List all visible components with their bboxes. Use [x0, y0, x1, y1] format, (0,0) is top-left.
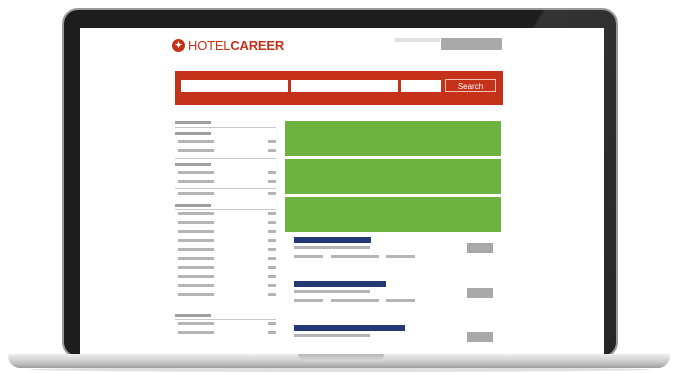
- filter-count: [268, 248, 276, 251]
- filter-option[interactable]: [178, 171, 214, 174]
- filter-option[interactable]: [178, 212, 214, 215]
- job-company: [294, 334, 370, 337]
- header-button-placeholder[interactable]: [441, 38, 502, 50]
- filter-count: [268, 239, 276, 242]
- hotelcareer-logo[interactable]: ✦ HOTELCAREER: [172, 38, 284, 53]
- filter-count: [268, 230, 276, 233]
- promo-banner[interactable]: [285, 121, 501, 156]
- filter-count: [268, 180, 276, 183]
- job-meta: [331, 299, 379, 302]
- filter-option[interactable]: [178, 275, 214, 278]
- filter-option[interactable]: [178, 322, 214, 325]
- promo-banner[interactable]: [285, 159, 501, 194]
- filter-option[interactable]: [178, 257, 214, 260]
- filter-count: [268, 192, 276, 195]
- header-link-placeholder[interactable]: [395, 38, 440, 42]
- job-title-link[interactable]: [294, 325, 405, 331]
- promo-banner[interactable]: [285, 197, 501, 232]
- filter-count: [268, 322, 276, 325]
- filter-option[interactable]: [178, 331, 214, 334]
- filter-count: [268, 149, 276, 152]
- filter-count: [268, 257, 276, 260]
- job-meta: [294, 299, 323, 302]
- filter-count: [268, 212, 276, 215]
- logo-wordmark: HOTELCAREER: [188, 38, 285, 53]
- search-button[interactable]: Search: [445, 79, 496, 92]
- filter-heading: [175, 121, 211, 124]
- divider: [175, 188, 276, 189]
- filter-heading: [175, 163, 211, 166]
- hotelcareer-logo-icon: ✦: [172, 39, 185, 52]
- job-company: [294, 246, 370, 249]
- filter-heading: [175, 132, 211, 135]
- job-title-link[interactable]: [294, 237, 371, 243]
- filter-option[interactable]: [178, 140, 214, 143]
- job-action-button[interactable]: [467, 288, 493, 298]
- laptop-screen: ✦ HOTELCAREER Search: [80, 28, 604, 354]
- job-meta: [386, 255, 415, 258]
- filter-option[interactable]: [178, 180, 214, 183]
- filter-heading: [175, 204, 211, 207]
- filter-count: [268, 171, 276, 174]
- divider: [175, 319, 276, 320]
- filter-option[interactable]: [178, 149, 214, 152]
- filter-count: [268, 266, 276, 269]
- job-action-button[interactable]: [467, 243, 493, 253]
- filter-count: [268, 275, 276, 278]
- job-action-button[interactable]: [467, 332, 493, 342]
- search-location-input[interactable]: [291, 80, 398, 92]
- filter-option[interactable]: [178, 230, 214, 233]
- search-radius-input[interactable]: [401, 80, 441, 92]
- filter-count: [268, 293, 276, 296]
- divider: [175, 127, 276, 128]
- filter-option[interactable]: [178, 293, 214, 296]
- job-company: [294, 290, 370, 293]
- filter-count: [268, 221, 276, 224]
- filter-option[interactable]: [178, 248, 214, 251]
- job-meta: [331, 255, 379, 258]
- job-meta: [386, 299, 415, 302]
- divider: [175, 209, 276, 210]
- filter-heading: [175, 314, 211, 317]
- filter-option[interactable]: [178, 266, 214, 269]
- filter-option[interactable]: [178, 284, 214, 287]
- filter-option[interactable]: [178, 192, 214, 195]
- filter-option[interactable]: [178, 239, 214, 242]
- job-title-link[interactable]: [294, 281, 386, 287]
- filter-count: [268, 140, 276, 143]
- filter-option[interactable]: [178, 221, 214, 224]
- laptop-notch: [298, 354, 384, 361]
- search-keyword-input[interactable]: [181, 80, 288, 92]
- job-meta: [294, 255, 323, 258]
- filter-count: [268, 331, 276, 334]
- divider: [175, 158, 276, 159]
- filter-count: [268, 284, 276, 287]
- search-bar: Search: [175, 71, 503, 105]
